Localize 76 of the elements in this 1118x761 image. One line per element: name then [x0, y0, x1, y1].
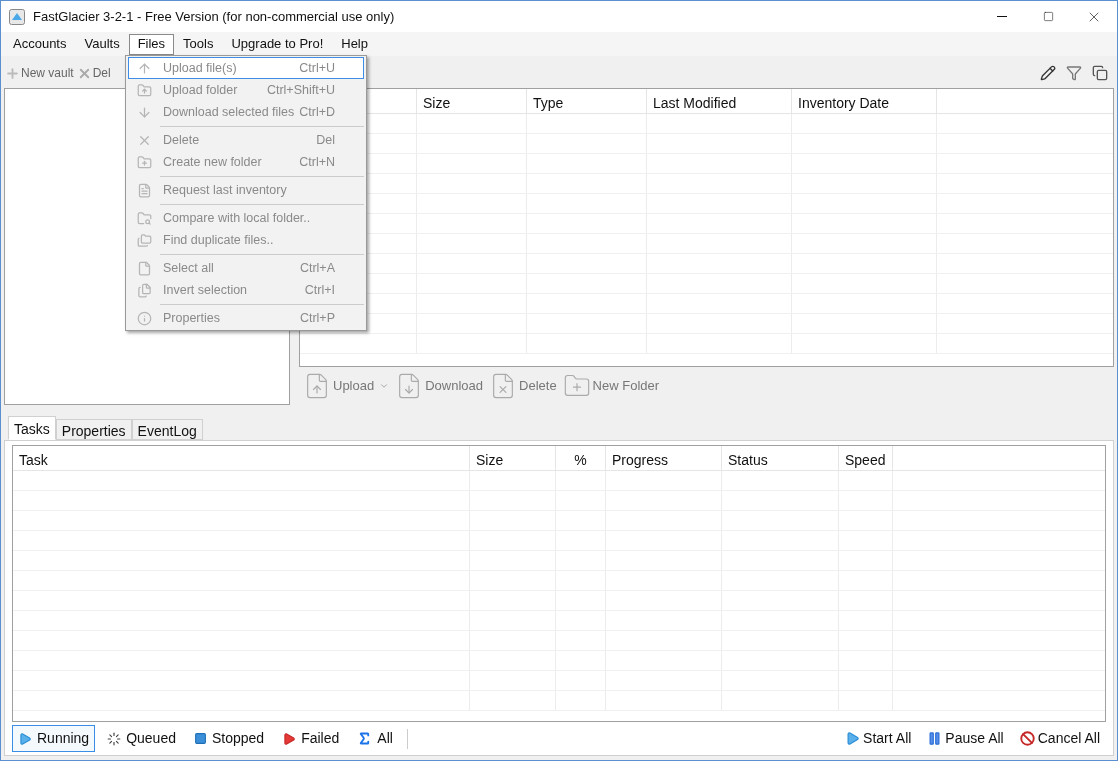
shortcut-label: Ctrl+N — [299, 153, 336, 171]
play-icon — [282, 731, 297, 746]
column-header[interactable]: Size — [417, 89, 527, 113]
folders-icon — [136, 232, 152, 248]
menu-label: Properties — [162, 309, 220, 327]
folder-plus-icon — [136, 154, 152, 170]
cancel-icon — [1019, 731, 1035, 746]
action-button[interactable]: Download — [395, 372, 484, 400]
page-icon — [136, 260, 152, 276]
toolbar-button[interactable]: New vault — [5, 64, 74, 82]
column-header[interactable]: Last Modified — [647, 89, 792, 113]
menu-item[interactable]: Help — [332, 33, 377, 55]
filter-button[interactable]: Stopped — [188, 725, 271, 752]
column-header[interactable]: Task — [13, 446, 470, 470]
column-header[interactable]: Type — [527, 89, 647, 113]
filter-button[interactable]: Queued — [101, 725, 182, 752]
column-header[interactable]: % — [556, 446, 606, 470]
shortcut-label: Ctrl+P — [299, 309, 336, 327]
menu-item[interactable]: Tools — [174, 33, 223, 55]
pause-icon — [927, 731, 943, 746]
menu-label: Compare with local folder.. — [162, 209, 311, 227]
spinner-icon — [107, 731, 122, 746]
filter-icon[interactable] — [1066, 65, 1082, 81]
menu-item[interactable]: Vaults — [75, 33, 129, 55]
copy-icon[interactable] — [1092, 65, 1108, 81]
minimize-icon — [997, 16, 1007, 17]
toolbar-button[interactable]: Del — [76, 64, 111, 82]
info-icon — [136, 310, 152, 326]
menu-item[interactable]: Files — [128, 33, 175, 55]
menu-label: Upload folder — [162, 81, 238, 99]
filter-button[interactable]: All — [351, 725, 399, 752]
tab[interactable]: EventLog — [131, 419, 203, 440]
shortcut-label: Del — [316, 131, 336, 149]
column-header[interactable]: Progress — [606, 446, 722, 470]
plus-icon — [5, 65, 20, 81]
menu-label: Find duplicate files.. — [162, 231, 274, 249]
folder-search-icon — [136, 210, 152, 226]
column-header[interactable]: Inventory Date — [792, 89, 937, 113]
play-icon — [845, 731, 861, 746]
play-icon — [18, 731, 32, 746]
column-header[interactable]: Status — [722, 446, 839, 470]
action-button[interactable]: Upload — [303, 372, 390, 400]
menu-label: Upload file(s) — [162, 59, 237, 77]
shortcut-label: Ctrl+U — [299, 59, 336, 77]
action-button[interactable]: New Folder — [562, 372, 660, 400]
filter-button[interactable]: Failed — [276, 725, 346, 752]
menu-item[interactable]: Accounts — [4, 33, 76, 55]
document-icon — [136, 182, 152, 198]
menu-item[interactable]: Upgrade to Pro! — [222, 33, 333, 55]
task-action-button[interactable]: Cancel All — [1019, 728, 1100, 749]
menu-label: Request last inventory — [162, 181, 287, 199]
tab[interactable]: Tasks — [8, 416, 56, 440]
app-icon — [9, 8, 25, 25]
menu-label: Create new folder — [162, 153, 262, 171]
menu-label: Download selected files — [162, 103, 295, 121]
shortcut-label: Ctrl+Shift+U — [266, 81, 336, 99]
shortcut-label: Ctrl+D — [299, 103, 336, 121]
tab[interactable]: Properties — [55, 419, 132, 440]
maximize-icon — [1042, 11, 1054, 22]
task-action-button[interactable]: Start All — [845, 728, 912, 749]
task-action-button[interactable]: Pause All — [927, 728, 1004, 749]
menu-label: Invert selection — [162, 281, 248, 299]
filter-button[interactable]: Running — [12, 725, 96, 752]
pencil-icon[interactable] — [1040, 65, 1056, 81]
shortcut-label: Ctrl+A — [299, 259, 336, 277]
window-title: FastGlacier 3-2-1 - Free Version (for non-commercial use only) — [33, 7, 395, 26]
action-button[interactable]: Delete — [489, 372, 557, 400]
pages-icon — [136, 282, 152, 298]
column-header[interactable]: Size — [470, 446, 556, 470]
column-header[interactable]: Speed — [839, 446, 893, 470]
folder-up-icon — [136, 82, 152, 98]
arrow-down-icon — [136, 104, 152, 120]
stop-icon — [194, 732, 207, 745]
shortcut-label: Ctrl+I — [304, 281, 336, 299]
menu-label: Select all — [162, 259, 214, 277]
menu-label: Delete — [162, 131, 200, 149]
